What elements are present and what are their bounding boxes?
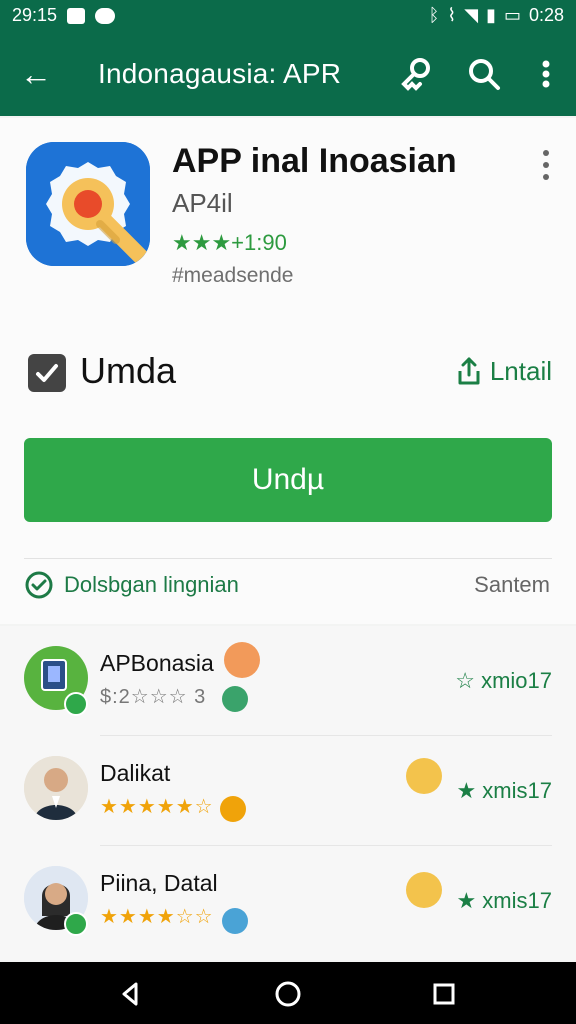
review-name: Dalikat	[100, 760, 171, 786]
more-vert-icon[interactable]	[538, 148, 554, 182]
review-meta: ★ xmis17	[456, 888, 552, 913]
status-right-time: 0:28	[528, 5, 564, 25]
avatar	[24, 756, 88, 820]
signal-icon: ▮	[486, 5, 496, 25]
emoji-icon	[406, 758, 442, 794]
more-vert-icon[interactable]	[526, 54, 566, 94]
app-logo-icon	[26, 142, 150, 266]
review-stars: $:2☆☆☆ 3	[100, 686, 207, 708]
check-circle-icon	[25, 571, 53, 599]
notification-icon	[67, 7, 86, 24]
app-rating: ★★★+1:90	[172, 230, 287, 255]
status-bar: 29:15 ᛒ ⌇ ◥ ▮ ▭ 0:28	[0, 0, 576, 32]
status-right: ᛒ ⌇ ◥ ▮ ▭ 0:28	[429, 5, 564, 26]
review-row[interactable]: Piina, Datal ★★★★☆☆ ★ xmis17	[0, 846, 576, 956]
app-tags: #meadsende	[172, 264, 294, 287]
emoji-icon	[224, 642, 260, 678]
vibrate-icon: ⌇	[447, 5, 457, 25]
review-name: Piina, Datal	[100, 870, 218, 896]
badge-icon	[220, 796, 246, 822]
verification-row: Dolsbgan lingnian	[24, 570, 239, 600]
app-developer[interactable]: AP4il	[172, 188, 233, 219]
bluetooth-icon: ᛒ	[428, 5, 440, 25]
review-meta: ☆ xmio17	[455, 668, 552, 693]
checkbox-label: Umda	[80, 350, 177, 391]
review-stars: ★★★★☆☆	[100, 906, 214, 928]
recents-nav-icon[interactable]	[428, 978, 460, 1010]
home-nav-icon[interactable]	[272, 978, 304, 1010]
reviews-list: APBonasia $:2☆☆☆ 3 ☆ xmio17 Dalikat ★★★★…	[0, 626, 576, 960]
review-name: APBonasia	[100, 650, 214, 676]
search-icon[interactable]	[464, 54, 504, 94]
avatar-small-icon	[222, 908, 248, 934]
person-avatar-icon	[24, 756, 88, 820]
primary-action-button[interactable]: Undµ	[24, 438, 552, 522]
review-row[interactable]: Dalikat ★★★★★☆ ★ xmis17	[0, 736, 576, 846]
message-icon	[95, 7, 116, 24]
install-link[interactable]: Lntail	[456, 356, 552, 387]
primary-action-label: Undµ	[251, 463, 325, 496]
app-icon	[26, 142, 150, 266]
save-link[interactable]: Santem	[474, 572, 550, 598]
review-meta: ★ xmis17	[456, 778, 552, 803]
divider	[24, 558, 552, 559]
avatar-small-icon	[222, 686, 248, 712]
status-time: 29:15	[12, 5, 58, 25]
app-bar-title: Indonagausia: APR	[98, 58, 342, 89]
battery-icon: ▭	[503, 5, 521, 25]
checkbox[interactable]	[28, 354, 66, 392]
wifi-icon: ◥	[464, 5, 479, 25]
app-detail-card: APP inal Inoasian AP4il ★★★+1:90 #meadse…	[0, 118, 576, 624]
check-icon	[36, 364, 58, 382]
system-nav-bar	[0, 962, 576, 1024]
review-row[interactable]: APBonasia $:2☆☆☆ 3 ☆ xmio17	[0, 626, 576, 736]
app-bar: ← Indonagausia: APR	[0, 32, 576, 116]
app-name: APP inal Inoasian	[172, 142, 457, 180]
share-icon	[458, 357, 480, 384]
back-arrow-icon[interactable]: ←	[20, 54, 60, 94]
badge-icon	[64, 912, 88, 936]
review-stars: ★★★★★☆	[100, 796, 214, 818]
verification-label: Dolsbgan lingnian	[64, 572, 239, 597]
account-key-icon[interactable]	[396, 54, 436, 94]
status-left: 29:15	[12, 5, 116, 26]
back-nav-icon[interactable]	[114, 978, 146, 1010]
emoji-icon	[406, 872, 442, 908]
badge-icon	[64, 692, 88, 716]
install-link-label: Lntail	[489, 356, 552, 386]
